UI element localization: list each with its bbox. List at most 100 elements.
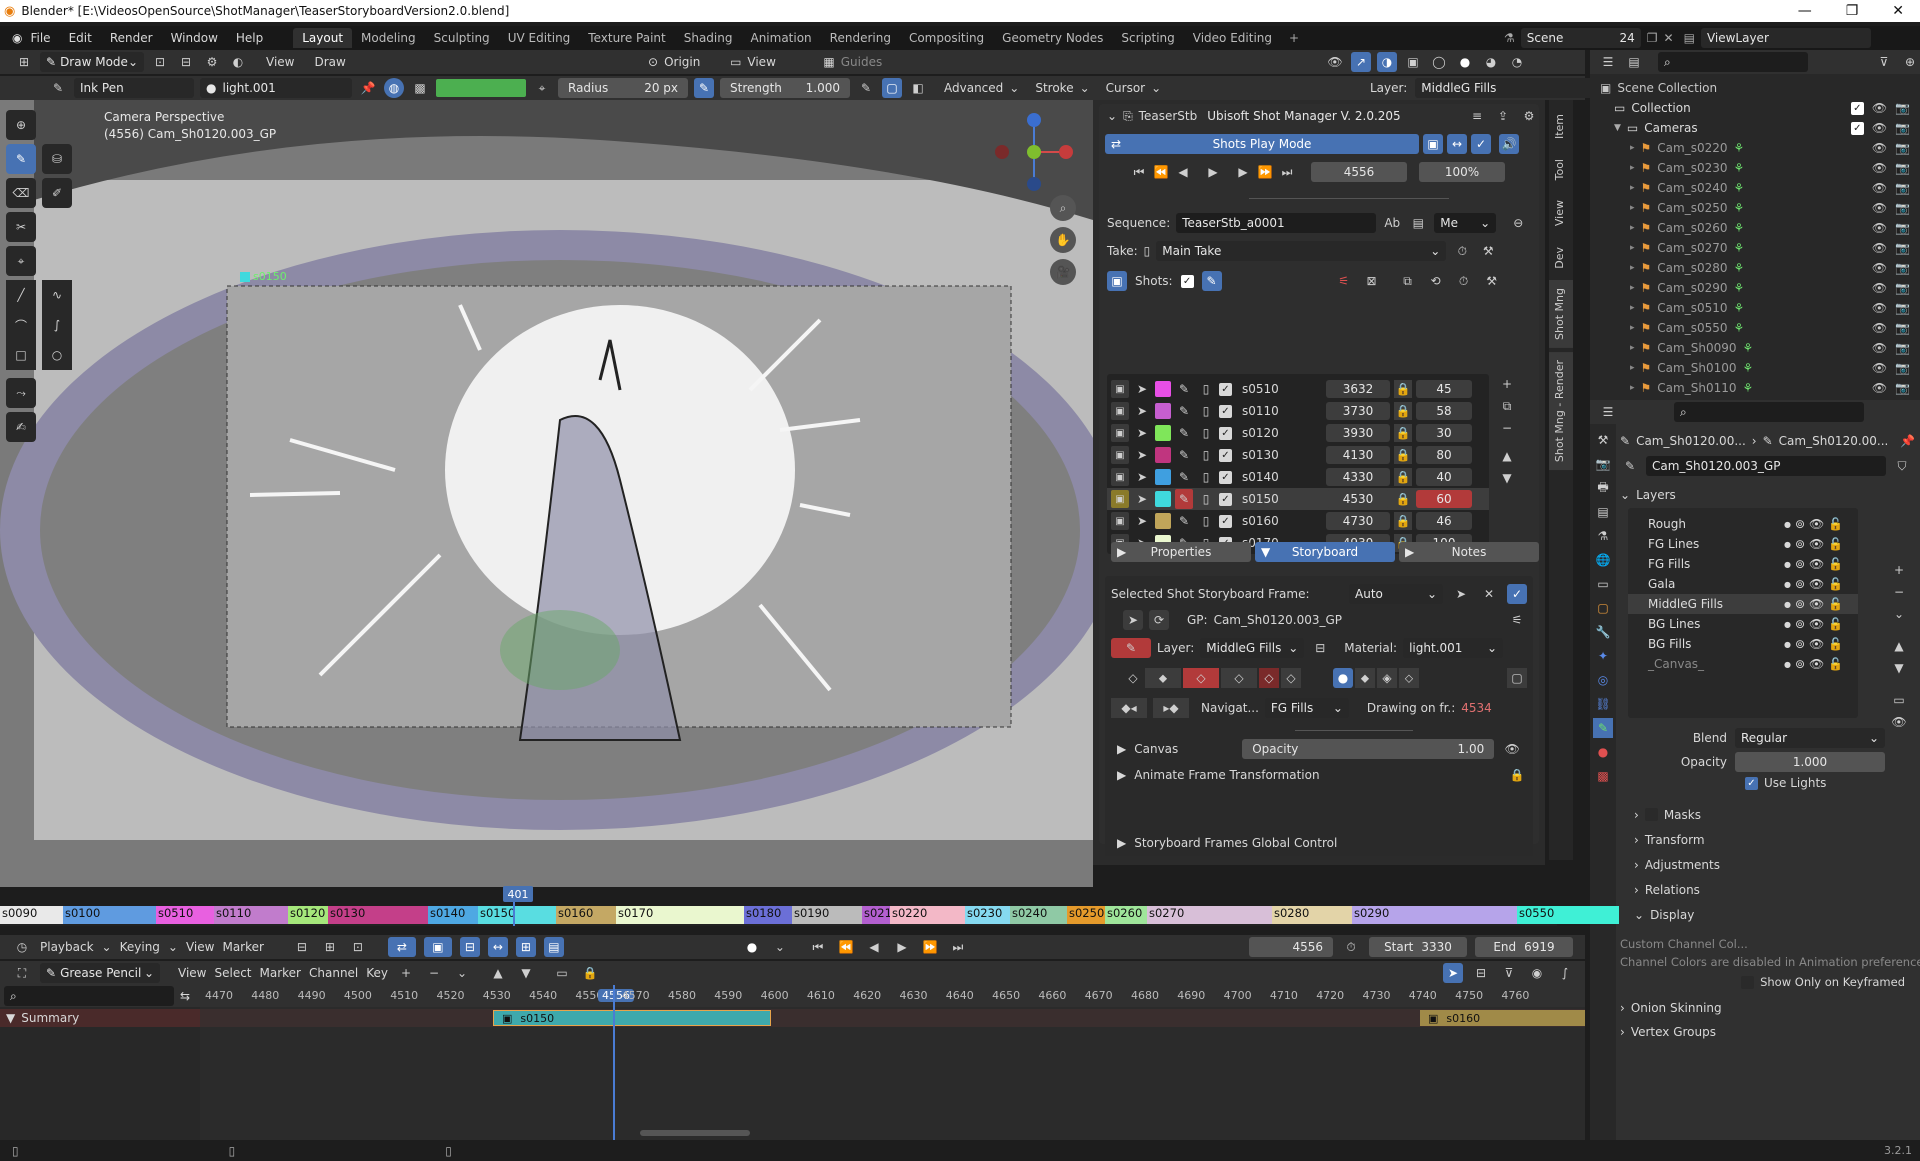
display-in-viewport-icon[interactable]: ▣ [1423, 134, 1443, 154]
shot-name[interactable]: s0510 [1242, 382, 1322, 396]
sidetab-view[interactable]: View [1549, 192, 1573, 234]
dope-key-menu[interactable]: Key [366, 966, 388, 980]
camera-icon[interactable]: ▣ [1111, 512, 1129, 530]
tool-props-icon[interactable]: ⚒ [1593, 430, 1613, 450]
shot-duration[interactable]: 30 [1416, 424, 1472, 442]
scene-icon[interactable]: ⚗ [1504, 31, 1515, 45]
polyline-tool-icon[interactable]: ∿ [42, 280, 72, 310]
strip-shot[interactable]: s0110 [214, 906, 288, 924]
jump-keyframe-back-icon[interactable]: ⏪ [836, 937, 856, 957]
remove-scene-icon[interactable]: ✕ [1664, 31, 1674, 45]
gp-layer-row[interactable]: Gala ● ⊚ 👁 🔓 [1628, 574, 1858, 594]
limits-icon[interactable]: ⊡ [348, 937, 368, 957]
settings-icon[interactable]: ⚙ [1519, 106, 1539, 126]
tab-storyboard[interactable]: ▼ Storyboard [1255, 542, 1395, 562]
expand-icon[interactable]: ▶ [1117, 742, 1126, 756]
add-layer-icon[interactable]: + [396, 963, 416, 983]
shot-color-swatch[interactable] [1155, 381, 1171, 397]
lock-icon[interactable]: 🔒 [1394, 380, 1412, 398]
shot-start[interactable]: 4530 [1326, 490, 1390, 508]
strip-shot[interactable]: s0230 [965, 906, 1010, 924]
lock-icon[interactable]: 🔒 [1394, 424, 1412, 442]
curve-tool-icon[interactable]: ∫ [42, 310, 72, 340]
shot-duration[interactable]: 60 [1416, 490, 1472, 508]
pin-icon[interactable]: 📌 [1900, 434, 1915, 448]
section-display[interactable]: ⌄ Display [1634, 902, 1915, 927]
shot-frame-icon[interactable]: ▯ [1197, 401, 1215, 421]
layer-dot-icon[interactable]: ● [1784, 600, 1791, 609]
select-shot-icon[interactable]: ➤ [1133, 511, 1151, 531]
render-visibility-icon[interactable]: 📷 [1895, 181, 1910, 195]
menu-window[interactable]: Window [171, 31, 218, 45]
tools2-icon[interactable]: ⚒ [1482, 271, 1502, 291]
select-shot-icon[interactable]: ➤ [1133, 445, 1151, 465]
layer-visible-icon[interactable]: 👁 [1809, 557, 1824, 571]
onion-layer-icon[interactable]: ⊚ [1795, 657, 1805, 671]
close-icon[interactable]: ✕ [1892, 3, 1904, 19]
tint-tool-icon[interactable]: ✐ [42, 178, 72, 208]
play-icon[interactable]: ▶ [1203, 162, 1223, 182]
render-visibility-icon[interactable]: 📷 [1895, 101, 1910, 115]
lock-axis-icon[interactable]: ◧ [908, 78, 928, 98]
refresh-icon[interactable]: ⟳ [1149, 610, 1169, 630]
layer-isolate-icon[interactable]: 👁 [1889, 712, 1909, 732]
prev-key-icon[interactable]: ⏪ [1151, 162, 1171, 182]
shots-play-mode-button[interactable]: ⇄ Shots Play Mode [1105, 134, 1419, 154]
edit-shot-icon[interactable]: ✎ [1175, 467, 1193, 487]
sidetab-shot-mng-render[interactable]: Shot Mng - Render [1549, 352, 1573, 471]
tools-icon[interactable]: ⚒ [1478, 241, 1498, 261]
dope-view-menu[interactable]: View [178, 966, 206, 980]
sidetab-item[interactable]: Item [1549, 106, 1573, 147]
add-workspace-icon[interactable]: + [1289, 31, 1299, 45]
outliner-collection[interactable]: ▼ ▭ Cameras ✓ 👁 📷 [1600, 118, 1920, 138]
shot-name[interactable]: s0120 [1242, 426, 1322, 440]
stroke-dropdown[interactable]: Stroke [1035, 81, 1073, 95]
lock-icon[interactable]: 🔒 [1394, 512, 1412, 530]
visibility-icon[interactable]: 👁 [1872, 281, 1887, 295]
render-visibility-icon[interactable]: 📷 [1895, 341, 1910, 355]
shot-start[interactable]: 3930 [1326, 424, 1390, 442]
expand-icon[interactable]: ▸ [1630, 343, 1635, 353]
erase-tool-icon[interactable]: ⌫ [6, 178, 36, 208]
tab-shading[interactable]: Shading [675, 28, 742, 48]
strip-shot[interactable]: s0210 [862, 906, 890, 924]
tab-modeling[interactable]: Modeling [352, 28, 425, 48]
minimize-icon[interactable]: — [1798, 3, 1812, 19]
split-icon[interactable]: ⚟ [1334, 271, 1354, 291]
view-layer-icon[interactable]: ▤ [1593, 502, 1613, 522]
texture-props-icon[interactable]: ▩ [1593, 766, 1613, 786]
cursor-tool-icon[interactable]: ⊕ [6, 110, 36, 140]
render-visibility-icon[interactable]: 📷 [1895, 321, 1910, 335]
sidetab-dev[interactable]: Dev [1549, 239, 1573, 277]
brush-field[interactable]: Ink Pen [74, 78, 194, 98]
shot-row[interactable]: ▣ ➤ ✎ ▯ ✓ s0130 4130 🔒 80 [1107, 444, 1489, 466]
shot-row[interactable]: ▣ ➤ ✎ ▯ ✓ s0140 4330 🔒 40 [1107, 466, 1489, 488]
vertex-color-icon[interactable]: ▩ [410, 78, 430, 98]
onion-layer-icon[interactable]: ⊚ [1795, 557, 1805, 571]
render-visibility-icon[interactable]: 📷 [1895, 121, 1910, 135]
pressure-strength-icon[interactable]: ✎ [856, 78, 876, 98]
solid-shading-icon[interactable]: ● [1455, 52, 1475, 72]
select-shot-icon[interactable]: ➤ [1133, 401, 1151, 421]
object-props-icon[interactable]: ▢ [1593, 598, 1613, 618]
shot-duration[interactable]: 40 [1416, 468, 1472, 486]
me-dropdown[interactable]: Me ⌄ [1434, 213, 1497, 233]
cutter-tool-icon[interactable]: ✂ [6, 212, 36, 242]
shot-row[interactable]: ▣ ➤ ✎ ▯ ✓ s0510 3632 🔒 45 [1107, 378, 1489, 400]
shot-frame-icon[interactable]: ▯ [1197, 467, 1215, 487]
tab-properties[interactable]: ▶ Properties [1111, 542, 1251, 562]
dopesheet-area[interactable]: 4470 4480 4490 4500 4510 4520 4530 4540 4550 4556… [200, 985, 1585, 1140]
shots-edit-icon[interactable]: ✎ [1201, 271, 1222, 291]
outliner-root[interactable]: ▣ Scene Collection [1600, 78, 1920, 98]
copy-shot-icon[interactable]: ⧉ [1497, 396, 1517, 416]
layer-lock-icon[interactable]: 🔓 [1828, 597, 1843, 611]
strip-shot[interactable]: s0150 [478, 906, 556, 924]
tab-animation[interactable]: Animation [741, 28, 820, 48]
draw-mode-icon[interactable]: ✎ [1111, 638, 1151, 658]
jump-keyframe-fwd-icon[interactable]: ⏩ [920, 937, 940, 957]
summary-row[interactable]: ▼ Summary [0, 1009, 200, 1027]
sequence-field[interactable]: TeaserStb_a0001 [1176, 213, 1377, 233]
render-visibility-icon[interactable]: 📷 [1895, 281, 1910, 295]
shot-duration[interactable]: 46 [1416, 512, 1472, 530]
tab-notes[interactable]: ▶ Notes [1399, 542, 1539, 562]
